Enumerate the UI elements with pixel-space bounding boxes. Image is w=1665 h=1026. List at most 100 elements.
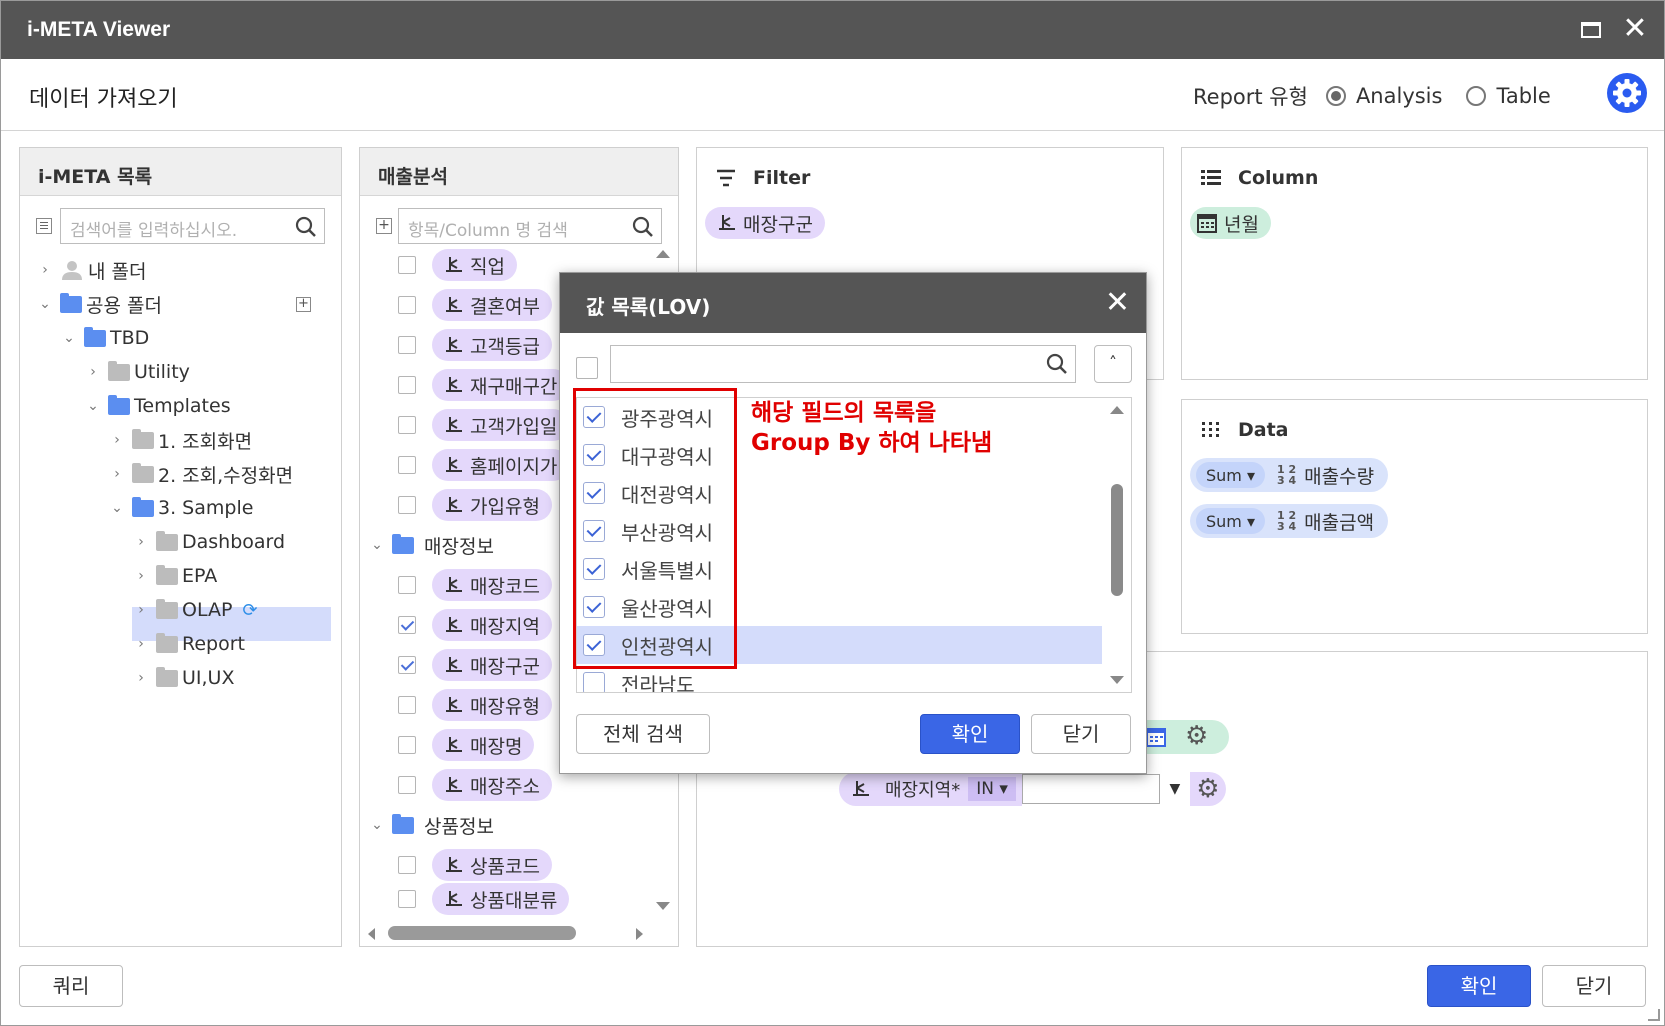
close-icon[interactable]: ✕ (1105, 285, 1130, 320)
field-item[interactable]: 가입유형 (398, 488, 552, 522)
field-checkbox[interactable] (398, 376, 416, 394)
scroll-left-arrow-icon[interactable] (368, 928, 375, 940)
field-checkbox[interactable] (398, 856, 416, 874)
dimension-pill[interactable]: 가입유형 (432, 489, 552, 521)
chevron-right-icon[interactable]: › (134, 670, 148, 686)
dimension-pill[interactable]: 홈페이지가 (432, 449, 570, 481)
dimension-pill[interactable]: 직업 (432, 249, 517, 281)
value-settings-gear-icon[interactable]: ⚙ (1189, 772, 1226, 806)
field-item[interactable]: 직업 (398, 248, 517, 282)
data-item[interactable]: Sum ▾ 1 23 4 매출수량 (1190, 458, 1389, 492)
chevron-right-icon[interactable]: › (134, 568, 148, 584)
value-dropdown-arrow-icon[interactable]: ▼ (1160, 781, 1190, 797)
measure-pill[interactable]: Sum ▾ 1 23 4 매출금액 (1190, 504, 1389, 538)
tree-item-tbd[interactable]: ⌄ TBD (62, 322, 149, 354)
field-checkbox[interactable] (398, 736, 416, 754)
scroll-down-arrow-icon[interactable] (656, 902, 670, 910)
tree-item-public-folder[interactable]: ⌄ 공용 폴더 (38, 288, 162, 320)
dimension-pill[interactable]: 매장지역 (432, 609, 552, 641)
ok-button[interactable]: 확인 (1427, 965, 1531, 1007)
group-product-info[interactable]: ⌄ 상품정보 (370, 808, 494, 842)
chevron-down-icon[interactable]: ⌄ (86, 398, 100, 414)
dimension-pill[interactable]: 재구매구간 (432, 369, 570, 401)
lov-close-button[interactable]: 닫기 (1031, 714, 1131, 754)
condition-row[interactable]: 매장지역* IN ▾ ▼ ⚙ (839, 772, 1226, 806)
refresh-icon[interactable]: ⟳ (242, 600, 257, 621)
dimension-pill[interactable]: 매장구군 (705, 207, 825, 239)
settings-gear-icon[interactable] (1607, 73, 1647, 113)
horizontal-scrollbar[interactable] (360, 920, 678, 946)
field-checkbox[interactable] (398, 616, 416, 634)
chevron-down-icon[interactable]: ⌄ (110, 500, 124, 516)
lov-collapse-button[interactable]: ˄ (1094, 345, 1132, 383)
column-item[interactable]: 년월 (1190, 206, 1271, 240)
field-item[interactable]: 상품코드 (398, 848, 552, 882)
lov-vertical-scrollbar[interactable] (1103, 398, 1131, 692)
field-item[interactable]: 홈페이지가 (398, 448, 570, 482)
table-label[interactable]: Table (1496, 84, 1550, 108)
meta-search-input[interactable]: 검색어를 입력하십시오. (60, 208, 325, 244)
field-checkbox[interactable] (398, 576, 416, 594)
chevron-right-icon[interactable]: › (134, 534, 148, 550)
tree-item-uiux[interactable]: › UI,UX (134, 662, 234, 694)
close-button[interactable]: 닫기 (1542, 965, 1646, 1007)
field-checkbox[interactable] (398, 496, 416, 514)
close-icon[interactable]: ✕ (1620, 14, 1650, 45)
chevron-right-icon[interactable]: › (134, 636, 148, 652)
dimension-pill[interactable]: 결혼여부 (432, 289, 552, 321)
field-checkbox[interactable] (398, 336, 416, 354)
dimension-pill[interactable]: 매장유형 (432, 689, 552, 721)
dimension-pill[interactable]: 매장구군 (432, 649, 552, 681)
scroll-up-arrow-icon[interactable] (656, 250, 670, 258)
dimension-pill[interactable]: 고객가입일 (432, 409, 570, 441)
chevron-right-icon[interactable]: › (38, 262, 52, 278)
tree-item-utility[interactable]: › Utility (86, 356, 190, 388)
field-item[interactable]: 고객가입일 (398, 408, 570, 442)
field-checkbox[interactable] (398, 656, 416, 674)
field-checkbox[interactable] (398, 296, 416, 314)
lov-search-input[interactable] (610, 345, 1076, 383)
field-checkbox[interactable] (398, 456, 416, 474)
lov-scroll-thumb[interactable] (1111, 484, 1123, 596)
field-checkbox[interactable] (398, 256, 416, 274)
table-radio[interactable] (1466, 86, 1487, 106)
field-checkbox[interactable] (398, 776, 416, 794)
measure-pill[interactable]: Sum ▾ 1 23 4 매출수량 (1190, 458, 1389, 492)
field-item[interactable]: 매장유형 (398, 688, 552, 722)
filter-item[interactable]: 매장구군 (705, 206, 825, 240)
tree-item-epa[interactable]: › EPA (134, 560, 217, 592)
field-item[interactable]: 매장명 (398, 728, 535, 762)
dimension-pill[interactable]: 매장주소 (432, 769, 552, 801)
field-item[interactable]: 매장지역 (398, 608, 552, 642)
chevron-down-icon[interactable]: ⌄ (370, 537, 384, 553)
horizontal-scroll-thumb[interactable] (388, 926, 576, 940)
scroll-right-arrow-icon[interactable] (636, 928, 643, 940)
field-item[interactable]: 매장주소 (398, 768, 552, 802)
dimension-pill[interactable]: 상품대분류 (432, 883, 570, 915)
tree-item-templates[interactable]: ⌄ Templates (86, 390, 231, 422)
data-item[interactable]: Sum ▾ 1 23 4 매출금액 (1190, 504, 1389, 538)
search-icon[interactable] (294, 215, 318, 239)
chevron-right-icon[interactable]: › (110, 432, 124, 448)
dimension-pill[interactable]: 매장코드 (432, 569, 552, 601)
aggregate-dropdown[interactable]: Sum ▾ (1196, 508, 1266, 534)
scroll-up-arrow-icon[interactable] (1110, 406, 1124, 414)
resize-grip-icon[interactable] (1648, 1009, 1660, 1021)
date-pill[interactable]: 년월 (1190, 207, 1271, 239)
tree-item-my-folder[interactable]: › 내 폴더 (38, 254, 146, 286)
dimension-pill[interactable]: 매장명 (432, 729, 535, 761)
tree-item-sample[interactable]: ⌄ 3. Sample (110, 492, 253, 524)
tree-item-inquiry-edit[interactable]: › 2. 조회,수정화면 (110, 458, 293, 490)
group-store-info[interactable]: ⌄ 매장정보 (370, 528, 494, 562)
scroll-down-arrow-icon[interactable] (1110, 676, 1124, 684)
chevron-right-icon[interactable]: › (86, 364, 100, 380)
field-item[interactable]: 매장구군 (398, 648, 552, 682)
chevron-down-icon[interactable]: ⌄ (38, 296, 52, 312)
condition-settings-gear-icon[interactable]: ⚙ (1185, 721, 1208, 751)
add-folder-icon[interactable]: + (296, 297, 311, 312)
dimension-pill[interactable]: 고객등급 (432, 329, 552, 361)
query-button[interactable]: 쿼리 (19, 965, 123, 1007)
search-icon[interactable] (1045, 352, 1069, 376)
search-all-button[interactable]: 전체 검색 (576, 714, 710, 754)
condition-value-input[interactable] (1021, 774, 1160, 804)
